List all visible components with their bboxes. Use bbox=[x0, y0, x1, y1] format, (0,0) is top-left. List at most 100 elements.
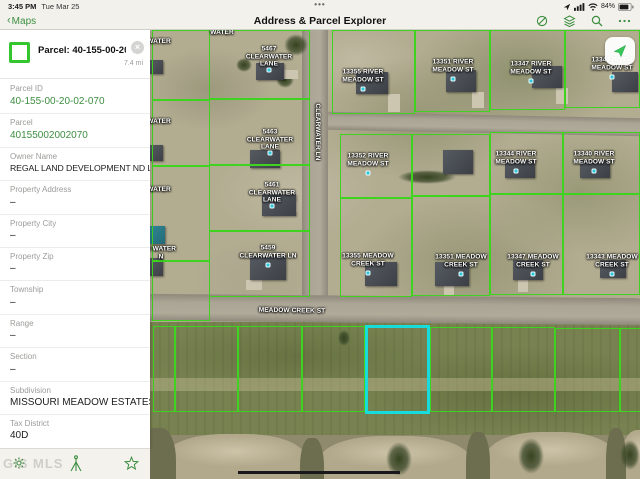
field-value: – bbox=[10, 263, 16, 275]
panel-field: Subdivision MISSOURI MEADOW ESTATES bbox=[0, 380, 150, 414]
parcel-boundary bbox=[412, 134, 490, 196]
parcel-boundary bbox=[555, 328, 620, 412]
map-parcel-label: 13343 MEADOW CREEK ST bbox=[586, 253, 638, 268]
field-label: Township bbox=[10, 285, 44, 295]
map-canvas[interactable]: WATER WATER 5467 CLEARWATER LANE 13355 RIVE… bbox=[150, 30, 640, 479]
page-title: Address & Parcel Explorer bbox=[253, 15, 387, 27]
address-marker-dot[interactable] bbox=[365, 270, 371, 276]
map-road-label: MEADOW CREEK ST bbox=[258, 306, 326, 315]
address-marker-dot[interactable] bbox=[609, 74, 615, 80]
address-marker-dot[interactable] bbox=[591, 168, 597, 174]
address-marker-dot[interactable] bbox=[450, 76, 456, 82]
panel-footer-bar: GIS MLS bbox=[0, 448, 150, 479]
map-parcel-label: 13344 RIVER MEADOW ST bbox=[495, 150, 537, 165]
parcel-legend-swatch bbox=[9, 42, 30, 63]
layers-icon[interactable] bbox=[563, 14, 576, 28]
field-gap bbox=[466, 432, 490, 479]
search-icon[interactable] bbox=[591, 15, 603, 27]
field-label: Property City bbox=[10, 218, 57, 228]
tree bbox=[518, 438, 544, 474]
map-parcel-label: 13355 RIVER MEADOW ST bbox=[342, 68, 384, 83]
field-value: 40155002002070 bbox=[10, 129, 88, 141]
map-parcel-label: WATER bbox=[210, 30, 234, 37]
tree bbox=[620, 440, 640, 470]
panel-field: Range – bbox=[0, 313, 150, 347]
panel-distance: 7.4 mi bbox=[123, 60, 143, 67]
map-parcel-label: 13340 RIVER MEADOW ST bbox=[573, 150, 615, 165]
field-label: Parcel bbox=[10, 118, 33, 128]
back-chevron-icon: ‹ bbox=[7, 14, 11, 26]
address-marker-dot[interactable] bbox=[365, 170, 371, 176]
back-button-maps[interactable]: ‹ Maps bbox=[7, 14, 37, 27]
parcel-boundary bbox=[302, 326, 365, 412]
location-services-icon bbox=[563, 3, 571, 10]
parcel-boundary bbox=[152, 100, 210, 166]
parcel-boundary bbox=[490, 194, 563, 295]
wifi-icon bbox=[588, 2, 598, 11]
field-value: – bbox=[10, 196, 16, 208]
panel-field: Property Zip – bbox=[0, 246, 150, 280]
nav-bar: ‹ Maps Address & Parcel Explorer bbox=[0, 13, 640, 30]
panel-title: Parcel: 40-155-00-20-0… bbox=[38, 45, 126, 56]
map-parcel-label: 13347 RIVER MEADOW ST bbox=[510, 60, 552, 75]
parcel-boundary bbox=[153, 326, 175, 412]
parcel-boundary bbox=[620, 328, 640, 412]
panel-field: Section – bbox=[0, 347, 150, 380]
address-marker-dot[interactable] bbox=[609, 271, 615, 277]
parcel-boundary bbox=[152, 261, 210, 321]
field-label: Section bbox=[10, 352, 37, 362]
panel-field: Tax District 40D bbox=[0, 413, 150, 447]
map-parcel-label: 5461 CLEARWATER LANE bbox=[248, 181, 296, 204]
field-label: Owner Name bbox=[10, 151, 58, 161]
field-value: – bbox=[10, 230, 16, 242]
parcel-info-panel: Parcel: 40-155-00-20-0… × 7.4 mi Parcel … bbox=[0, 30, 150, 448]
back-label: Maps bbox=[11, 15, 37, 27]
panel-field: Township – bbox=[0, 280, 150, 313]
field-label: Parcel ID bbox=[10, 84, 43, 93]
field-value: 40-155-00-20-02-070 bbox=[10, 95, 105, 107]
address-marker-dot[interactable] bbox=[528, 78, 534, 84]
map-parcel-label: 13355 MEADOW CREEK ST bbox=[342, 252, 394, 267]
field-label: Subdivision bbox=[10, 385, 51, 395]
map-parcel-label: 5459 CLEARWATER LN bbox=[239, 244, 297, 259]
close-icon[interactable]: × bbox=[131, 41, 144, 54]
more-icon[interactable] bbox=[618, 15, 631, 27]
parcel-boundary bbox=[430, 327, 492, 412]
status-date: Tue Mar 25 bbox=[41, 2, 80, 11]
field-value: REGAL LAND DEVELOPMENT ND LLC bbox=[10, 163, 150, 174]
field-value: 40D bbox=[10, 430, 29, 442]
cellular-signal-icon bbox=[573, 2, 585, 11]
map-parcel-label: WATER bbox=[150, 118, 171, 126]
road bbox=[150, 293, 640, 326]
panel-field: Property Address – bbox=[0, 180, 150, 213]
map-parcel-label: 13352 RIVER MEADOW ST bbox=[347, 152, 389, 167]
address-marker-dot[interactable] bbox=[513, 168, 519, 174]
locate-arrow-icon bbox=[613, 44, 627, 58]
status-bar: 3:45 PM Tue Mar 25 ••• 84% bbox=[0, 0, 640, 13]
panel-field: Owner Name REGAL LAND DEVELOPMENT ND LLC bbox=[0, 146, 150, 180]
locate-button[interactable] bbox=[605, 37, 635, 65]
gear-icon[interactable] bbox=[13, 457, 25, 469]
map-parcel-label: 13347 MEADOW CREEK ST bbox=[507, 253, 559, 268]
app-screen: 3:45 PM Tue Mar 25 ••• 84% ‹ Maps Addres… bbox=[0, 0, 640, 479]
parcel-boundary bbox=[238, 326, 302, 412]
surveyor-antenna-icon[interactable] bbox=[68, 455, 84, 473]
panel-header: Parcel: 40-155-00-20-0… × 7.4 mi bbox=[0, 30, 150, 79]
draw-compass-icon[interactable] bbox=[536, 15, 548, 27]
selected-parcel-highlight[interactable] bbox=[365, 325, 430, 414]
address-marker-dot[interactable] bbox=[360, 86, 366, 92]
star-icon[interactable] bbox=[124, 456, 139, 471]
field-value: – bbox=[10, 330, 16, 342]
address-marker-dot[interactable] bbox=[265, 262, 271, 268]
field-value: – bbox=[10, 296, 16, 308]
map-parcel-label: 13351 MEADOW CREEK ST bbox=[435, 253, 487, 268]
field-value: – bbox=[10, 363, 16, 375]
address-marker-dot[interactable] bbox=[530, 271, 536, 277]
map-parcel-label: WATER bbox=[150, 38, 171, 46]
parcel-boundary bbox=[175, 326, 238, 412]
field-label: Property Address bbox=[10, 185, 72, 195]
address-marker-dot[interactable] bbox=[458, 271, 464, 277]
parcel-boundary bbox=[340, 198, 412, 297]
battery-percent: 84% bbox=[600, 3, 615, 10]
clock: 3:45 PM bbox=[8, 2, 37, 11]
